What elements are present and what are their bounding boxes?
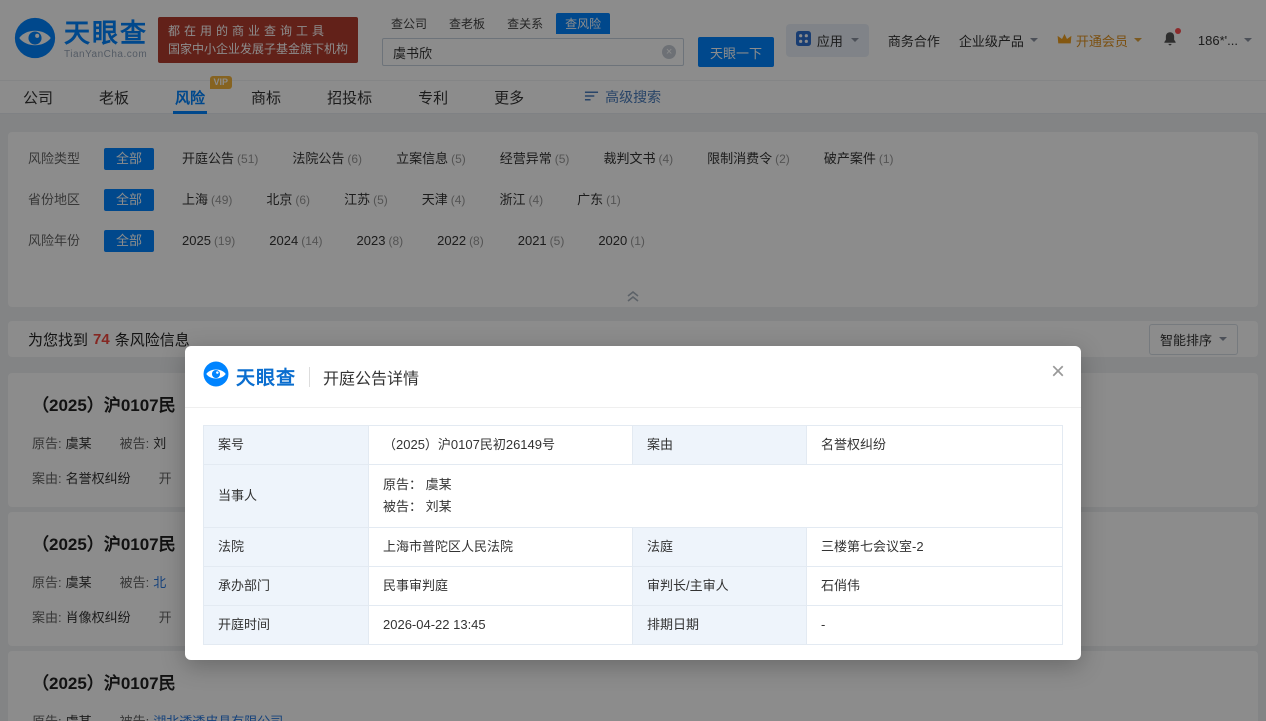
judge-value: 石俏伟 <box>807 567 1063 606</box>
modal-body: 案号 （2025）沪0107民初26149号 案由 名誉权纠纷 当事人 原告： … <box>185 408 1081 645</box>
court-announcement-modal: 天眼查 开庭公告详情 × 案号 （2025）沪0107民初26149号 案由 名… <box>185 346 1081 660</box>
tianyancha-logo-icon <box>203 361 229 392</box>
courtroom-value: 三楼第七会议室-2 <box>807 528 1063 567</box>
modal-title: 开庭公告详情 <box>323 365 419 389</box>
table-row: 案号 （2025）沪0107民初26149号 案由 名誉权纠纷 <box>204 426 1063 465</box>
divider <box>309 367 310 387</box>
department-label: 承办部门 <box>204 567 369 606</box>
party-label: 当事人 <box>204 465 369 528</box>
close-icon[interactable]: × <box>1051 356 1065 387</box>
modal-header: 天眼查 开庭公告详情 × <box>185 346 1081 408</box>
table-row: 当事人 原告： 虞某 被告： 刘某 <box>204 465 1063 528</box>
department-value: 民事审判庭 <box>369 567 633 606</box>
brand-name: 天眼查 <box>236 363 296 390</box>
announcement-detail-table: 案号 （2025）沪0107民初26149号 案由 名誉权纠纷 当事人 原告： … <box>203 425 1063 645</box>
courtroom-label: 法庭 <box>633 528 807 567</box>
judge-label: 审判长/主审人 <box>633 567 807 606</box>
schedule-date-value: - <box>807 606 1063 645</box>
tianyancha-logo: 天眼查 <box>203 361 296 392</box>
plaintiff-line: 原告： 虞某 <box>383 474 1048 496</box>
cause-label: 案由 <box>633 426 807 465</box>
hearing-time-label: 开庭时间 <box>204 606 369 645</box>
court-label: 法院 <box>204 528 369 567</box>
table-row: 法院 上海市普陀区人民法院 法庭 三楼第七会议室-2 <box>204 528 1063 567</box>
table-row: 承办部门 民事审判庭 审判长/主审人 石俏伟 <box>204 567 1063 606</box>
party-value: 原告： 虞某 被告： 刘某 <box>369 465 1063 528</box>
court-value: 上海市普陀区人民法院 <box>369 528 633 567</box>
case-no-value: （2025）沪0107民初26149号 <box>369 426 633 465</box>
hearing-time-value: 2026-04-22 13:45 <box>369 606 633 645</box>
table-row: 开庭时间 2026-04-22 13:45 排期日期 - <box>204 606 1063 645</box>
defendant-line: 被告： 刘某 <box>383 496 1048 518</box>
cause-value: 名誉权纠纷 <box>807 426 1063 465</box>
schedule-date-label: 排期日期 <box>633 606 807 645</box>
case-no-label: 案号 <box>204 426 369 465</box>
